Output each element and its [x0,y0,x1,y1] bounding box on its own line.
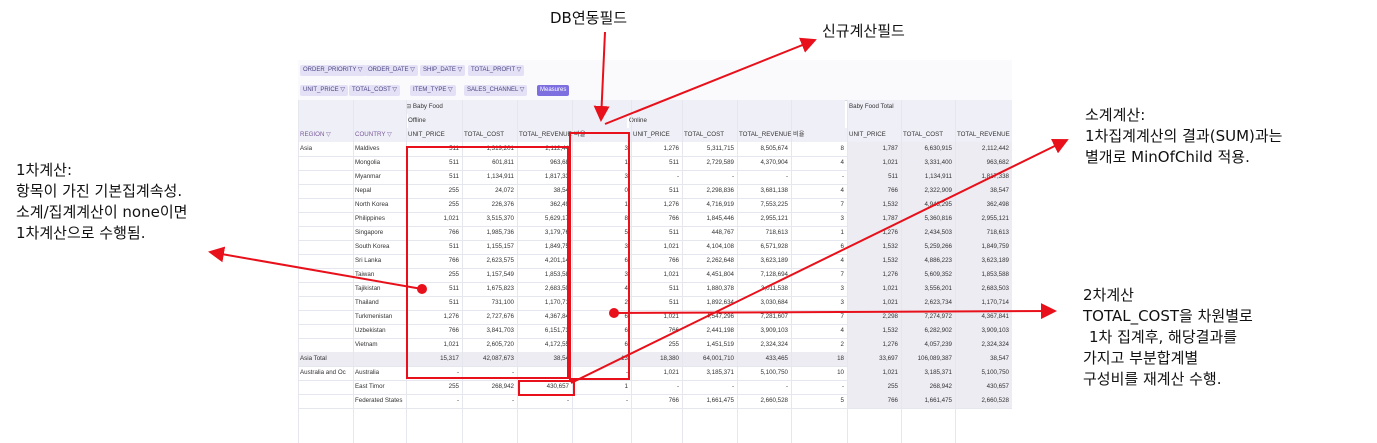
subtotal-line-1: 소계계산: [1085,106,1146,124]
arrow-subtotal [570,138,1069,384]
second-calc-line-1: 2차계산 [1083,286,1134,304]
new-field-label: 신규계산필드 [822,22,905,40]
first-calc-box [406,146,569,379]
subtotal-box [518,380,575,396]
first-calc-dot [417,284,427,294]
second-calc-note: 2차계산 TOTAL_COST을 차원별로 1차 집계후, 해당결과를 가지고 … [1083,285,1253,390]
first-calc-line-4: 1차계산으로 수행됨. [16,224,146,242]
second-calc-line-4: 가지고 부분합계별 [1083,349,1199,367]
first-calc-line-1: 1차계산: [16,161,72,179]
first-calc-note: 1차계산: 항목이 가진 기본집계속성. 소계/집계계산이 none이면 1차계… [16,160,187,244]
arrow-second-calc [613,303,1057,320]
db-field-label: DB연동필드 [550,9,628,27]
first-calc-line-2: 항목이 가진 기본집계속성. [16,182,183,200]
second-calc-line-3: 1차 집계후, 해당결과를 [1089,328,1238,346]
arrow-db-field [593,31,610,122]
arrow-new-field [604,37,817,125]
subtotal-line-2: 1차집계계산의 결과(SUM)과는 [1085,127,1283,145]
subtotal-note: 소계계산: 1차집계계산의 결과(SUM)과는 별개로 MinOfChild 적… [1085,105,1282,168]
arrow-first-calc [208,246,423,290]
subtotal-line-3: 별개로 MinOfChild 적용. [1085,148,1250,166]
second-calc-line-5: 구성비를 재계산 수행. [1083,370,1222,388]
first-calc-line-3: 소계/집계계산이 none이면 [16,203,188,221]
second-calc-line-2: TOTAL_COST을 차원별로 [1083,307,1253,325]
ratio-column-box [569,132,630,380]
second-calc-dot [609,308,619,318]
